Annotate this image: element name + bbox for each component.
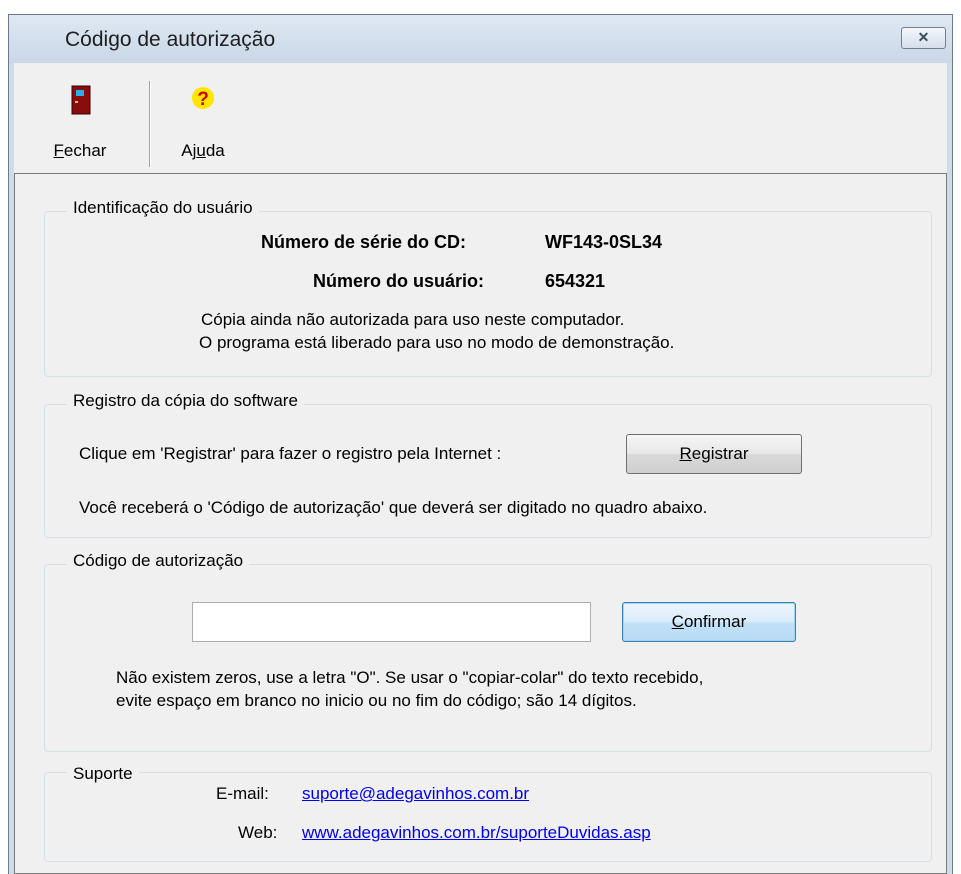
fechar-label: Fechar bbox=[53, 141, 107, 160]
registro-group: Registro da cópia do software Clique em … bbox=[44, 391, 932, 538]
door-icon bbox=[71, 85, 91, 115]
status-line-1: Cópia ainda não autorizada para uso nest… bbox=[201, 310, 625, 329]
status-line-2: O programa está liberado para uso no mod… bbox=[199, 333, 675, 352]
registro-note: Você receberá o 'Código de autorização' … bbox=[79, 498, 708, 517]
registro-legend: Registro da cópia do software bbox=[67, 391, 304, 411]
close-icon: ✕ bbox=[917, 29, 930, 45]
svg-text:?: ? bbox=[197, 89, 209, 110]
user-number-value: 654321 bbox=[545, 271, 606, 291]
serial-label: Número de série do CD: bbox=[261, 232, 467, 252]
codigo-legend: Código de autorização bbox=[67, 551, 250, 571]
dialog-body: Identificação do usuário Número de série… bbox=[14, 173, 947, 874]
codigo-hint-line-1: Não existem zeros, use a letra "O". Se u… bbox=[116, 668, 704, 687]
registrar-button[interactable]: Registrar bbox=[626, 434, 802, 474]
toolbar-separator bbox=[149, 81, 151, 167]
registro-instruction: Clique em 'Registrar' para fazer o regis… bbox=[79, 444, 502, 463]
web-label: Web: bbox=[238, 823, 278, 842]
suporte-legend: Suporte bbox=[67, 764, 139, 784]
suporte-group: Suporte E-mail: suporte@adegavinhos.com.… bbox=[44, 764, 932, 862]
email-label: E-mail: bbox=[216, 784, 269, 803]
serial-value: WF143-0SL34 bbox=[545, 232, 663, 252]
confirmar-button[interactable]: Confirmar bbox=[622, 602, 796, 642]
authorization-dialog: Código de autorização ✕ Fechar ? Ajuda I… bbox=[8, 14, 953, 874]
identificacao-group: Identificação do usuário Número de série… bbox=[44, 198, 932, 377]
ajuda-button[interactable]: ? Ajuda bbox=[154, 73, 252, 160]
help-icon: ? bbox=[192, 87, 214, 110]
codigo-hint-line-2: evite espaço em branco no inicio ou no f… bbox=[116, 691, 637, 710]
email-link[interactable]: suporte@adegavinhos.com.br bbox=[302, 784, 529, 804]
web-link[interactable]: www.adegavinhos.com.br/suporteDuvidas.as… bbox=[302, 823, 651, 843]
identificacao-legend: Identificação do usuário bbox=[67, 198, 259, 218]
codigo-group: Código de autorização Confirmar Não exis… bbox=[44, 551, 932, 752]
authorization-code-input[interactable] bbox=[192, 602, 591, 642]
title-bar[interactable]: Código de autorização ✕ bbox=[9, 15, 952, 63]
ajuda-label: Ajuda bbox=[181, 141, 225, 160]
toolbar: Fechar ? Ajuda bbox=[14, 63, 947, 173]
fechar-button[interactable]: Fechar bbox=[31, 73, 129, 160]
window-title: Código de autorização bbox=[65, 28, 276, 51]
close-button[interactable]: ✕ bbox=[901, 27, 946, 49]
user-number-label: Número do usuário: bbox=[313, 271, 485, 291]
